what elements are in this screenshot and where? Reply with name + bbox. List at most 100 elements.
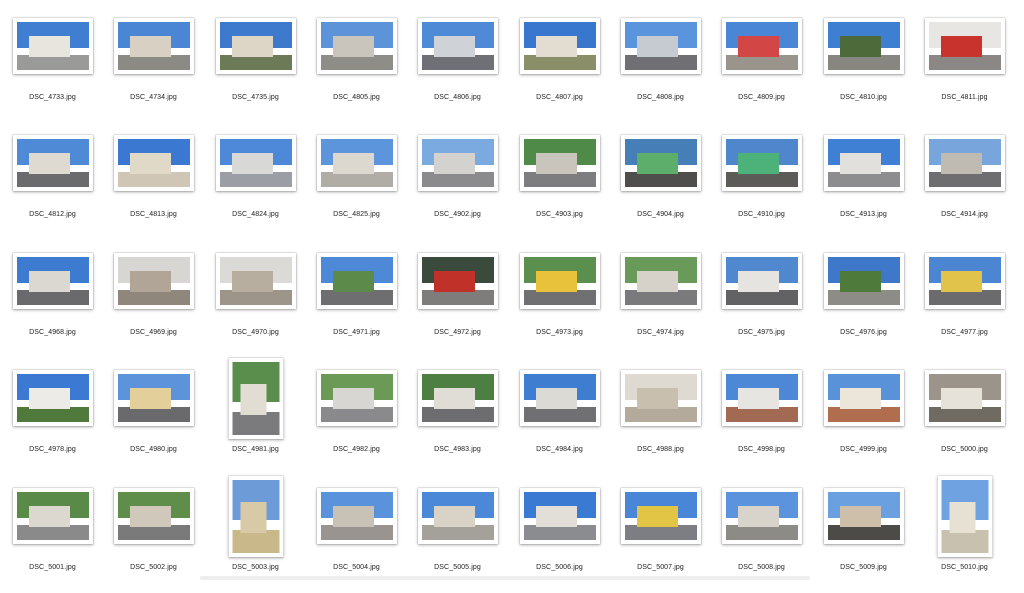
thumbnail-item[interactable]: DSC_4809.jpg [711,6,812,123]
thumbnail-frame[interactable] [722,370,802,426]
thumbnail-frame[interactable] [824,488,904,544]
thumbnail-frame[interactable] [13,135,93,191]
thumbnail-item[interactable]: DSC_4811.jpg [914,6,1015,123]
thumbnail-frame[interactable] [824,135,904,191]
thumbnail-item[interactable]: DSC_4913.jpg [813,123,914,240]
thumbnail-frame[interactable] [925,18,1005,74]
thumbnail-frame[interactable] [114,253,194,309]
thumbnail-frame[interactable] [520,370,600,426]
photo-thumbnail [828,22,900,70]
thumbnail-frame[interactable] [520,253,600,309]
thumbnail-item[interactable]: DSC_4998.jpg [711,358,812,475]
thumbnail-frame[interactable] [13,253,93,309]
thumbnail-frame[interactable] [520,488,600,544]
thumbnail-frame[interactable] [216,18,296,74]
thumbnail-frame[interactable] [520,135,600,191]
thumbnail-item[interactable]: DSC_4971.jpg [306,241,407,358]
thumbnail-item[interactable]: DSC_4903.jpg [509,123,610,240]
thumbnail-item[interactable]: DSC_5002.jpg [103,476,204,593]
thumbnail-item[interactable]: DSC_4999.jpg [813,358,914,475]
thumbnail-frame[interactable] [114,370,194,426]
thumbnail-frame[interactable] [13,488,93,544]
thumbnail-frame[interactable] [621,253,701,309]
thumbnail-item[interactable]: DSC_4984.jpg [509,358,610,475]
thumbnail-frame[interactable] [228,476,283,557]
thumbnail-item[interactable]: DSC_4806.jpg [407,6,508,123]
thumbnail-item[interactable]: DSC_4978.jpg [2,358,103,475]
thumbnail-item[interactable]: DSC_4733.jpg [2,6,103,123]
thumbnail-frame[interactable] [621,370,701,426]
thumbnail-frame[interactable] [418,135,498,191]
thumbnail-frame[interactable] [621,135,701,191]
thumbnail-item[interactable]: DSC_4902.jpg [407,123,508,240]
thumbnail-frame[interactable] [824,18,904,74]
thumbnail-frame[interactable] [722,135,802,191]
thumbnail-frame[interactable] [317,370,397,426]
thumbnail-item[interactable]: DSC_4805.jpg [306,6,407,123]
thumbnail-frame[interactable] [824,253,904,309]
thumbnail-frame[interactable] [520,18,600,74]
photo-thumbnail [828,374,900,422]
thumbnail-filename: DSC_4913.jpg [813,211,914,218]
thumbnail-item[interactable]: DSC_5001.jpg [2,476,103,593]
thumbnail-item[interactable]: DSC_4735.jpg [205,6,306,123]
thumbnail-item[interactable]: DSC_4824.jpg [205,123,306,240]
thumbnail-item[interactable]: DSC_4904.jpg [610,123,711,240]
thumbnail-frame[interactable] [925,253,1005,309]
thumbnail-frame[interactable] [317,135,397,191]
thumbnail-item[interactable]: DSC_4970.jpg [205,241,306,358]
horizontal-scrollbar[interactable] [200,576,810,580]
thumbnail-frame[interactable] [621,488,701,544]
thumbnail-item[interactable]: DSC_4910.jpg [711,123,812,240]
thumbnail-item[interactable]: DSC_4914.jpg [914,123,1015,240]
thumbnail-frame[interactable] [317,18,397,74]
thumbnail-item[interactable]: DSC_4988.jpg [610,358,711,475]
thumbnail-frame[interactable] [824,370,904,426]
thumbnail-frame[interactable] [114,18,194,74]
thumbnail-frame[interactable] [722,18,802,74]
thumbnail-item[interactable]: DSC_5000.jpg [914,358,1015,475]
thumbnail-frame[interactable] [925,370,1005,426]
thumbnail-frame[interactable] [114,135,194,191]
thumbnail-frame[interactable] [937,476,992,557]
thumbnail-item[interactable]: DSC_4983.jpg [407,358,508,475]
thumbnail-item[interactable]: DSC_4968.jpg [2,241,103,358]
thumbnail-frame[interactable] [216,253,296,309]
thumbnail-item[interactable]: DSC_4825.jpg [306,123,407,240]
thumbnail-item[interactable]: DSC_4976.jpg [813,241,914,358]
thumbnail-item[interactable]: DSC_4982.jpg [306,358,407,475]
thumbnail-frame[interactable] [216,135,296,191]
thumbnail-frame[interactable] [228,358,283,439]
thumbnail-frame[interactable] [418,370,498,426]
thumbnail-item[interactable]: DSC_4981.jpg [205,358,306,475]
thumbnail-item[interactable]: DSC_4973.jpg [509,241,610,358]
thumbnail-frame[interactable] [722,488,802,544]
thumbnail-filename: DSC_4973.jpg [509,329,610,336]
thumbnail-item[interactable]: DSC_4807.jpg [509,6,610,123]
thumbnail-item[interactable]: DSC_4972.jpg [407,241,508,358]
thumbnail-frame[interactable] [418,488,498,544]
thumbnail-item[interactable]: DSC_5010.jpg [914,476,1015,593]
thumbnail-frame[interactable] [722,253,802,309]
thumbnail-item[interactable]: DSC_4813.jpg [103,123,204,240]
thumbnail-item[interactable]: DSC_4810.jpg [813,6,914,123]
thumbnail-frame[interactable] [925,135,1005,191]
thumbnail-frame[interactable] [13,370,93,426]
thumbnail-item[interactable]: DSC_4975.jpg [711,241,812,358]
thumbnail-frame[interactable] [317,253,397,309]
thumbnail-item[interactable]: DSC_5009.jpg [813,476,914,593]
thumbnail-item[interactable]: DSC_4808.jpg [610,6,711,123]
thumbnail-frame[interactable] [621,18,701,74]
thumbnail-item[interactable]: DSC_4980.jpg [103,358,204,475]
photo-thumbnail [828,139,900,187]
thumbnail-frame[interactable] [13,18,93,74]
thumbnail-frame[interactable] [418,18,498,74]
thumbnail-item[interactable]: DSC_4974.jpg [610,241,711,358]
thumbnail-frame[interactable] [418,253,498,309]
thumbnail-frame[interactable] [114,488,194,544]
thumbnail-item[interactable]: DSC_4812.jpg [2,123,103,240]
thumbnail-item[interactable]: DSC_4734.jpg [103,6,204,123]
thumbnail-item[interactable]: DSC_4969.jpg [103,241,204,358]
thumbnail-item[interactable]: DSC_4977.jpg [914,241,1015,358]
thumbnail-frame[interactable] [317,488,397,544]
